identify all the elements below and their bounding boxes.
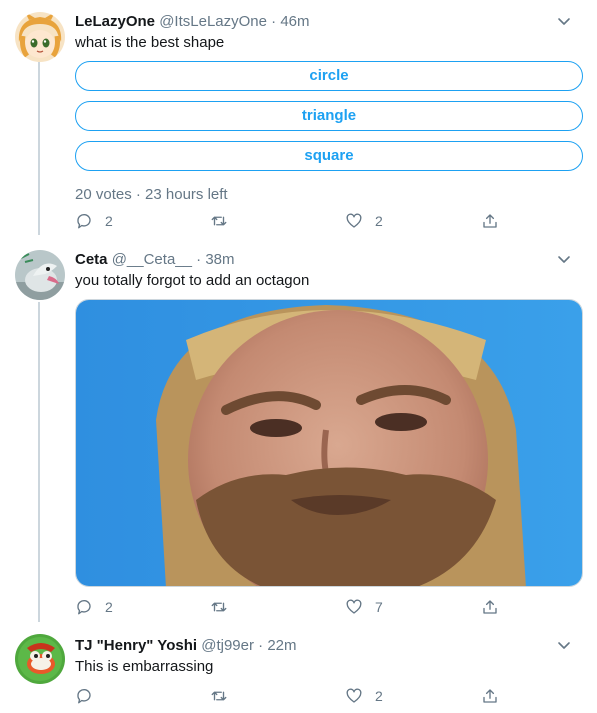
reply-count: 2 <box>105 213 113 229</box>
chevron-down-icon[interactable] <box>557 14 571 28</box>
share-icon <box>483 214 497 228</box>
tweet[interactable]: TJ "Henry" Yoshi @tj99er · 22m This is e… <box>0 624 597 713</box>
handle[interactable]: @tj99er <box>201 637 254 654</box>
share-icon <box>483 689 497 703</box>
heart-icon <box>346 213 362 228</box>
chevron-down-icon[interactable] <box>557 252 571 266</box>
like-count: 2 <box>375 688 383 704</box>
display-name[interactable]: TJ "Henry" Yoshi <box>75 637 197 654</box>
timestamp[interactable]: 22m <box>267 637 296 654</box>
retweet-button[interactable] <box>210 211 240 231</box>
tweet[interactable]: Ceta @__Ceta__ · 38m you totally forgot … <box>0 242 597 624</box>
reply-button[interactable] <box>75 686 105 706</box>
avatar[interactable] <box>15 12 65 62</box>
poll: circle triangle square <box>75 61 585 171</box>
timestamp[interactable]: 38m <box>205 251 234 268</box>
tweet-text: This is embarrassing <box>75 658 214 675</box>
display-name[interactable]: LeLazyOne <box>75 13 155 30</box>
retweet-button[interactable] <box>210 597 240 617</box>
separator: · <box>258 637 264 654</box>
tweet[interactable]: LeLazyOne @ItsLeLazyOne · 46m what is th… <box>0 0 597 242</box>
handle[interactable]: @ItsLeLazyOne <box>159 13 267 30</box>
retweet-button[interactable] <box>210 686 240 706</box>
tweet-content: Ceta @__Ceta__ · 38m you totally forgot … <box>75 250 585 587</box>
tweet-header: Ceta @__Ceta__ · 38m <box>75 250 585 270</box>
reply-button[interactable]: 2 <box>75 211 113 231</box>
share-button[interactable] <box>481 597 499 617</box>
avatar[interactable] <box>15 634 65 684</box>
display-name[interactable]: Ceta <box>75 251 108 268</box>
reply-icon <box>77 689 91 704</box>
reply-count: 2 <box>105 599 113 615</box>
tweet-actions: 2 <box>75 686 505 706</box>
tweet-content: LeLazyOne @ItsLeLazyOne · 46m what is th… <box>75 12 585 205</box>
share-icon <box>483 600 497 614</box>
heart-icon <box>346 688 362 703</box>
retweet-icon <box>211 602 227 612</box>
like-count: 7 <box>375 599 383 615</box>
avatar[interactable] <box>15 250 65 300</box>
reply-button[interactable]: 2 <box>75 597 113 617</box>
tweet-media-image[interactable] <box>75 299 583 587</box>
retweet-icon <box>211 691 227 701</box>
like-button[interactable]: 7 <box>345 597 383 617</box>
separator: · <box>196 251 202 268</box>
poll-meta: 20 votes · 23 hours left <box>75 186 228 203</box>
tweet-actions: 2 2 <box>75 211 505 231</box>
tweet-text: you totally forgot to add an octagon <box>75 272 310 289</box>
reply-icon <box>77 600 91 615</box>
share-button[interactable] <box>481 211 499 231</box>
tweet-header: TJ "Henry" Yoshi @tj99er · 22m <box>75 636 585 656</box>
timestamp[interactable]: 46m <box>280 13 309 30</box>
share-button[interactable] <box>481 686 499 706</box>
poll-option-triangle[interactable]: triangle <box>75 101 583 131</box>
tweet-header: LeLazyOne @ItsLeLazyOne · 46m <box>75 12 585 32</box>
poll-option-square[interactable]: square <box>75 141 583 171</box>
chevron-down-icon[interactable] <box>557 638 571 652</box>
separator: · <box>271 13 277 30</box>
handle[interactable]: @__Ceta__ <box>112 251 192 268</box>
tweet-actions: 2 7 <box>75 597 505 617</box>
tweet-content: TJ "Henry" Yoshi @tj99er · 22m This is e… <box>75 636 585 677</box>
tweet-text: what is the best shape <box>75 34 225 51</box>
reply-icon <box>77 214 91 229</box>
like-count: 2 <box>375 213 383 229</box>
like-button[interactable]: 2 <box>345 211 383 231</box>
retweet-icon <box>211 216 227 226</box>
poll-option-circle[interactable]: circle <box>75 61 583 91</box>
heart-icon <box>346 599 362 614</box>
like-button[interactable]: 2 <box>345 686 383 706</box>
